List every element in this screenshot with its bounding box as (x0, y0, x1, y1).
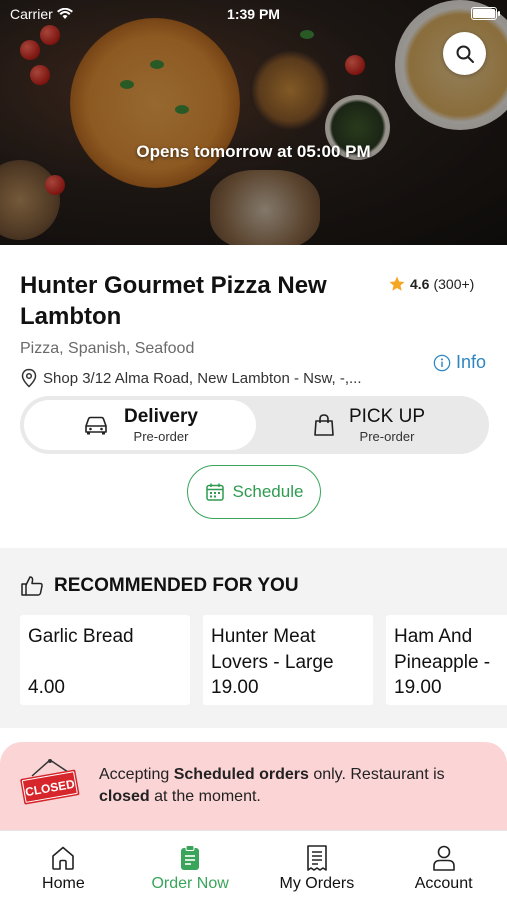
person-icon (432, 845, 455, 871)
clock: 1:39 PM (227, 6, 280, 22)
recommended-title: RECOMMENDED FOR YOU (54, 575, 299, 596)
closed-text-1: Accepting (99, 766, 174, 783)
recommended-item[interactable]: Garlic Bread 4.00 (20, 615, 190, 705)
closed-text-bold-2: closed (99, 788, 150, 805)
shopping-bag-icon (314, 414, 334, 436)
tab-my-orders-label: My Orders (279, 875, 355, 892)
address: Shop 3/12 Alma Road, New Lambton - Nsw, … (20, 368, 362, 388)
item-name: Ham And Pineapple - (394, 626, 491, 673)
schedule-label: Schedule (232, 482, 304, 501)
info-label: Info (456, 352, 487, 372)
tab-home-label: Home (42, 875, 85, 892)
receipt-icon (307, 845, 327, 871)
tab-my-orders[interactable]: My Orders (254, 831, 381, 900)
address-text: Shop 3/12 Alma Road, New Lambton - Nsw, … (43, 369, 362, 387)
opening-notice: Opens tomorrow at 05:00 PM (136, 142, 371, 161)
calendar-icon (205, 483, 224, 501)
tab-home[interactable]: Home (0, 831, 127, 900)
item-price: 4.00 (28, 677, 65, 698)
info-icon (433, 354, 451, 371)
recommended-item[interactable]: Ham And Pineapple - 19.00 (386, 615, 507, 705)
pickup-option[interactable]: PICK UP Pre-order (253, 400, 485, 450)
item-name: Garlic Bread (28, 626, 134, 647)
car-icon (85, 416, 107, 435)
location-pin-icon (21, 368, 37, 388)
tab-order-now[interactable]: Order Now (127, 831, 254, 900)
thumbs-up-icon (21, 576, 43, 596)
hero-overlay (0, 0, 507, 245)
star-icon (389, 276, 405, 291)
search-icon (456, 45, 474, 63)
search-button[interactable] (443, 32, 486, 75)
closed-text-2: only. Restaurant is (308, 766, 445, 783)
recommended-list: Garlic Bread 4.00 Hunter Meat Lovers - L… (20, 615, 507, 705)
delivery-label: Delivery (124, 406, 198, 427)
cuisine-list: Pizza, Spanish, Seafood (20, 340, 195, 357)
pickup-label: PICK UP (348, 406, 426, 427)
tab-bar: Home Order Now My Orders Account (0, 830, 507, 900)
recommended-item[interactable]: Hunter Meat Lovers - Large 19.00 (203, 615, 373, 705)
order-icon (181, 845, 200, 870)
hero-image: Carrier 1:39 PM Opens tomorrow at 05:00 … (0, 0, 507, 245)
item-price: 19.00 (394, 677, 442, 698)
status-bar: Carrier 1:39 PM (0, 0, 507, 28)
item-name: Hunter Meat Lovers - Large (211, 626, 334, 673)
info-button[interactable]: Info (433, 352, 486, 373)
closed-text-3: at the moment. (149, 788, 261, 805)
rating: 4.6 (300+) (388, 275, 474, 293)
home-icon (52, 846, 75, 870)
delivery-labels: Delivery Pre-order (124, 406, 198, 444)
delivery-sub: Pre-order (133, 429, 189, 444)
pickup-labels: PICK UP Pre-order (349, 406, 425, 444)
battery-icon (471, 7, 500, 20)
pickup-sub: Pre-order (359, 429, 415, 444)
closed-message: Accepting Scheduled orders only. Restaur… (99, 764, 489, 808)
rating-count: (300+) (433, 276, 475, 292)
closed-banner: CLOSED Accepting Scheduled orders only. … (0, 742, 507, 832)
delivery-option[interactable]: Delivery Pre-order (24, 400, 256, 450)
schedule-button[interactable]: Schedule (187, 465, 321, 519)
tab-account-label: Account (414, 875, 473, 892)
closed-text-bold-1: Scheduled orders (173, 766, 309, 783)
restaurant-name: Hunter Gourmet Pizza New Lambton (20, 272, 327, 330)
order-type-toggle: Delivery Pre-order PICK UP Pre-order (20, 396, 489, 454)
tab-order-now-label: Order Now (151, 875, 229, 892)
recommended-section: RECOMMENDED FOR YOU Garlic Bread 4.00 Hu… (0, 548, 507, 728)
rating-value: 4.6 (410, 276, 430, 292)
restaurant-screen: Carrier 1:39 PM Opens tomorrow at 05:00 … (0, 0, 507, 900)
recommended-header: RECOMMENDED FOR YOU (20, 575, 299, 597)
closed-sign-icon: CLOSED (20, 759, 80, 805)
item-price: 19.00 (211, 677, 259, 698)
tab-account[interactable]: Account (380, 831, 507, 900)
